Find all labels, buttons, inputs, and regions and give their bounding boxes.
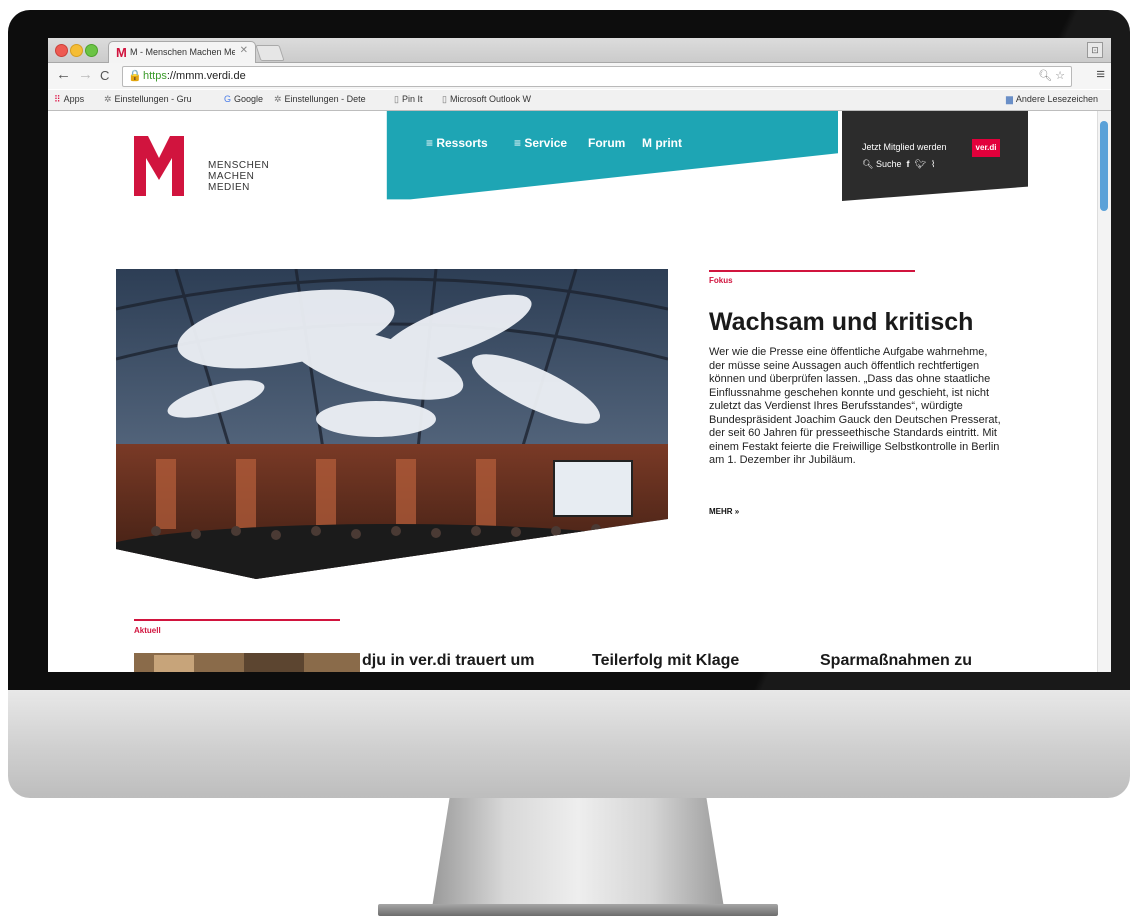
search-icon[interactable]: 🔍︎ <box>862 159 873 169</box>
imac-stand <box>432 798 724 908</box>
rss-icon[interactable]: ⌇ <box>931 159 935 169</box>
gear-icon: ✲ <box>274 94 282 104</box>
nav-service[interactable]: ≡ Service <box>514 136 567 150</box>
reload-icon[interactable]: C <box>100 68 109 83</box>
bookmark-einstellungen-2[interactable]: ✲ Einstellungen - Dete <box>274 94 366 105</box>
user-profile-button[interactable]: ⊡ <box>1087 42 1103 58</box>
google-icon: G <box>224 94 232 104</box>
tab-favicon: M <box>116 45 127 60</box>
web-page: MENSCHEN MACHEN MEDIEN ≡ Ressorts ≡ Serv… <box>48 111 1098 672</box>
focus-more-link[interactable]: MEHR » <box>709 507 739 516</box>
bookmark-star-icon[interactable]: 🔍︎ ☆ <box>1038 69 1065 82</box>
focus-headline[interactable]: Wachsam und kritisch <box>709 308 973 337</box>
browser-tab-strip: M M - Menschen Machen Me ✕ ⊡ <box>48 38 1111 63</box>
focus-kicker: Fokus <box>709 276 733 285</box>
bookmark-outlook[interactable]: ▯ Microsoft Outlook W <box>442 94 531 105</box>
new-tab-button[interactable] <box>255 45 285 61</box>
logo-line: MEDIEN <box>208 182 250 193</box>
join-link[interactable]: Jetzt Mitglied werden <box>862 142 947 152</box>
bookmark-pin-it[interactable]: ▯ Pin It <box>394 94 422 105</box>
forward-icon[interactable]: → <box>78 66 93 83</box>
search-label[interactable]: Suche <box>876 159 902 169</box>
tab-close-icon[interactable]: ✕ <box>240 45 248 56</box>
imac-stand-foot <box>378 904 778 916</box>
facebook-icon[interactable]: f <box>907 159 910 169</box>
site-logo-text[interactable]: MENSCHEN MACHEN MEDIEN <box>208 160 269 193</box>
bookmark-apps[interactable]: ⠿ Apps <box>54 94 84 105</box>
bookmark-google[interactable]: G Google <box>224 94 263 104</box>
page-icon: ▯ <box>442 94 447 104</box>
bookmark-einstellungen-1[interactable]: ✲ Einstellungen - Gru <box>104 94 192 105</box>
lock-icon: 🔒 <box>128 70 142 82</box>
window-minimize-button[interactable] <box>70 44 83 57</box>
browser-tab[interactable]: M M - Menschen Machen Me ✕ <box>108 41 256 63</box>
url-input[interactable]: 🔒 https://mmm.verdi.de 🔍︎ ☆ <box>122 66 1072 87</box>
teaser-image[interactable] <box>134 653 360 672</box>
bookmark-other[interactable]: ▆ Andere Lesezeichen <box>1006 94 1098 105</box>
apps-grid-icon: ⠿ <box>54 94 61 104</box>
logo-line: MENSCHEN <box>208 160 270 171</box>
site-logo-mark[interactable] <box>134 136 184 196</box>
nav-forum[interactable]: Forum <box>588 136 625 150</box>
bookmarks-bar: ⠿ Apps ✲ Einstellungen - Gru G Google ✲ Eins… <box>48 90 1111 111</box>
focus-divider <box>709 270 915 272</box>
window-close-button[interactable] <box>55 44 68 57</box>
scrollbar-thumb[interactable] <box>1100 121 1108 211</box>
teaser-headline[interactable]: dju in ver.di trauert um <box>362 652 534 670</box>
screen: M M - Menschen Machen Me ✕ ⊡ ← → C 🔒 htt… <box>48 38 1111 672</box>
twitter-icon[interactable]: 🐦︎ <box>915 159 926 169</box>
logo-line: MACHEN <box>208 171 255 182</box>
address-toolbar: ← → C 🔒 https://mmm.verdi.de 🔍︎ ☆ ≡ <box>48 63 1111 89</box>
teaser-headline[interactable]: Sparmaßnahmen zu <box>820 652 972 670</box>
social-bar: 🔍︎ Suche f 🐦︎ ⌇ <box>862 159 935 170</box>
aktuell-kicker: Aktuell <box>134 626 161 635</box>
nav-m-print[interactable]: M print <box>642 136 682 150</box>
page-icon: ▯ <box>394 94 399 104</box>
member-box: Jetzt Mitglied werden ver.di 🔍︎ Suche f … <box>842 111 1028 201</box>
tab-title: M - Menschen Machen Me <box>130 47 235 57</box>
imac-chin <box>8 690 1130 798</box>
window-maximize-button[interactable] <box>85 44 98 57</box>
hero-image[interactable] <box>116 269 668 579</box>
verdi-logo[interactable]: ver.di <box>972 139 1000 157</box>
browser-menu-icon[interactable]: ≡ <box>1096 66 1105 83</box>
url-text: https://mmm.verdi.de <box>143 70 246 82</box>
scrollbar[interactable] <box>1097 111 1111 672</box>
teaser-headline[interactable]: Teilerfolg mit Klage <box>592 652 739 670</box>
folder-icon: ▆ <box>1006 94 1013 104</box>
back-icon[interactable]: ← <box>56 66 71 83</box>
main-nav: ≡ Ressorts ≡ Service Forum M print <box>386 111 838 200</box>
gear-icon: ✲ <box>104 94 112 104</box>
focus-body: Wer wie die Presse eine öffentliche Aufg… <box>709 346 1001 466</box>
nav-ressorts[interactable]: ≡ Ressorts <box>426 136 488 150</box>
aktuell-divider <box>134 619 340 621</box>
